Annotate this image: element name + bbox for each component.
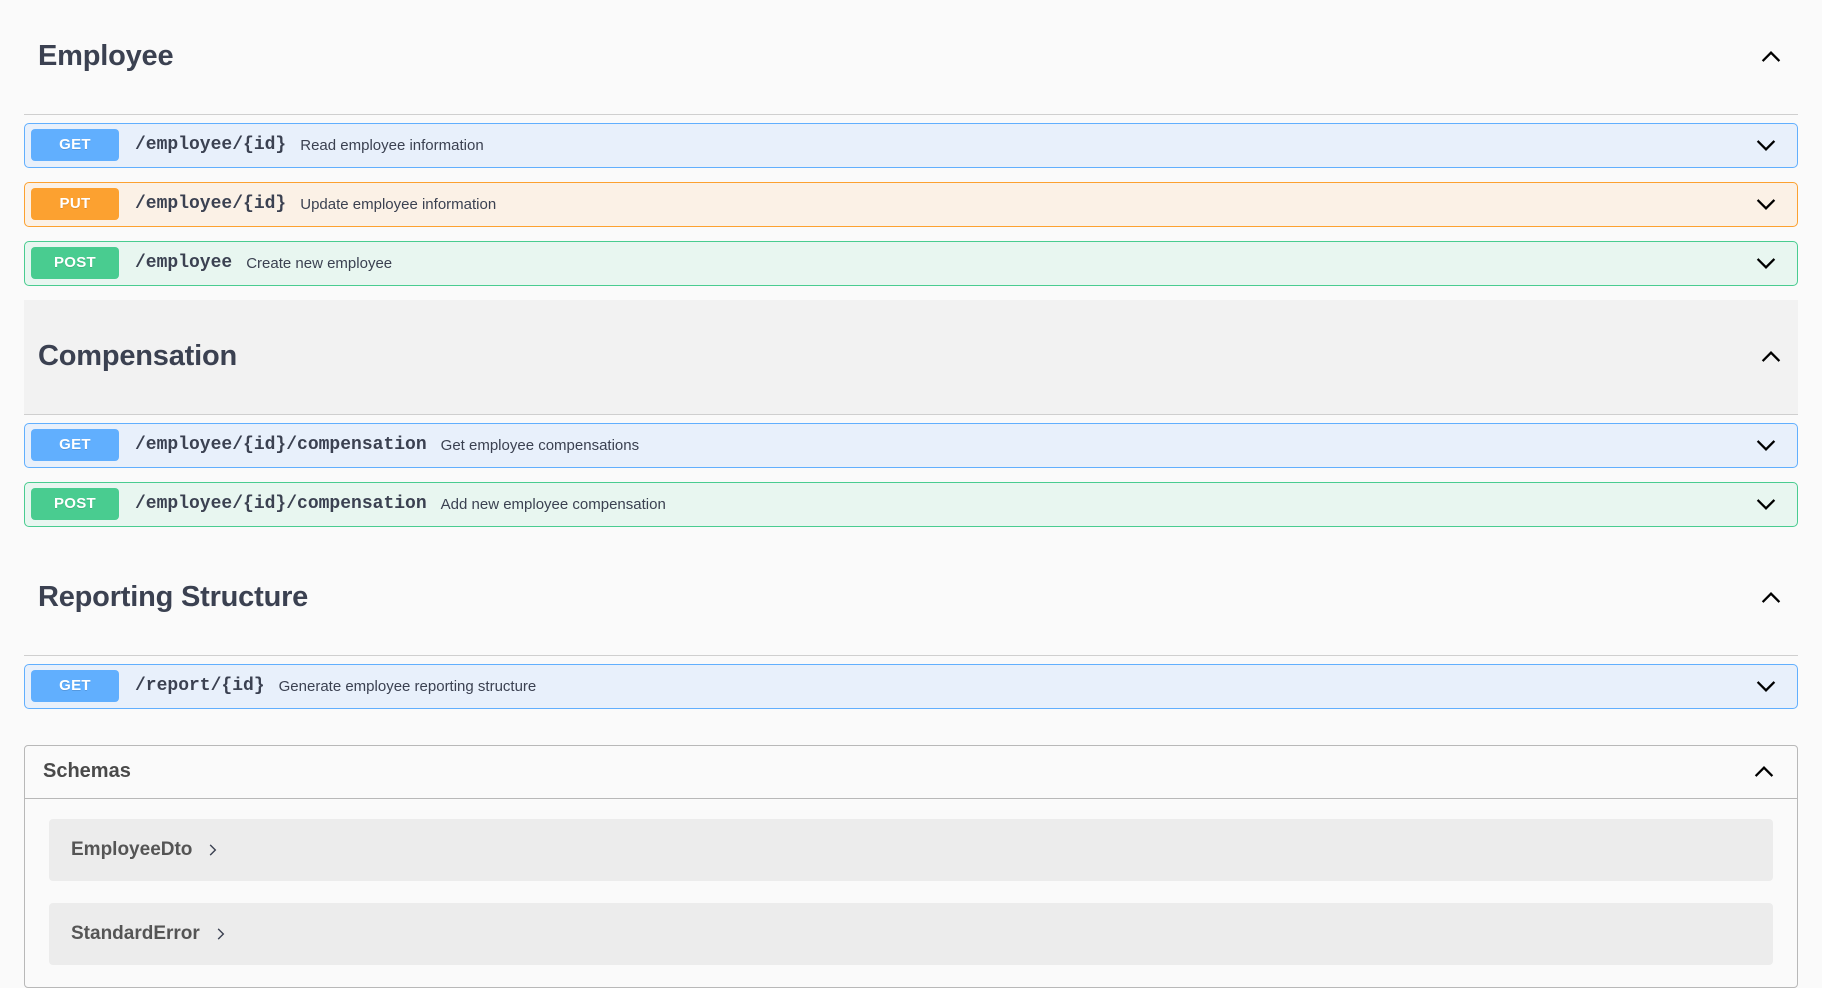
operation-summary: Get employee compensations (440, 436, 640, 454)
schemas-header[interactable]: Schemas (25, 746, 1797, 799)
operation-path: /employee/{id}/compensation (135, 435, 427, 456)
operation-path: /employee/{id} (135, 135, 287, 156)
chevron-down-icon[interactable] (1753, 250, 1779, 276)
schema-row[interactable]: StandardError (49, 902, 1773, 965)
operation-row[interactable]: PUT /employee/{id} Update employee infor… (24, 181, 1798, 227)
tag-title: Compensation (38, 339, 237, 372)
operations-list-employee: GET /employee/{id} Read employee informa… (0, 122, 1822, 286)
schemas-card: Schemas EmployeeDto StandardError (24, 744, 1798, 988)
http-method-badge: POST (31, 488, 119, 521)
schema-name: StandardError (71, 922, 200, 944)
tag-title: Employee (38, 40, 174, 72)
schemas-body: EmployeeDto StandardError (25, 799, 1797, 965)
chevron-right-icon[interactable] (214, 925, 228, 943)
tag-header-compensation[interactable]: Compensation (24, 299, 1798, 415)
swagger-ui-page: Employee GET /employee/{id} Read employe… (0, 0, 1822, 988)
operations-list-reporting-structure: GET /report/{id} Generate employee repor… (0, 663, 1822, 709)
http-method-badge: PUT (31, 188, 119, 221)
chevron-up-icon[interactable] (1751, 759, 1777, 785)
operation-path: /report/{id} (135, 676, 265, 697)
schemas-section: Schemas EmployeeDto StandardError (0, 744, 1822, 988)
operation-path: /employee/{id}/compensation (135, 494, 427, 515)
chevron-down-icon[interactable] (1753, 191, 1779, 217)
schema-name: EmployeeDto (71, 838, 193, 860)
operation-row[interactable]: GET /employee/{id} Read employee informa… (24, 122, 1798, 168)
operation-row[interactable]: GET /employee/{id}/compensation Get empl… (24, 422, 1798, 468)
operation-row[interactable]: POST /employee/{id}/compensation Add new… (24, 481, 1798, 527)
http-method-badge: GET (31, 670, 119, 703)
operations-list-compensation: GET /employee/{id}/compensation Get empl… (0, 422, 1822, 527)
tag-section-employee: Employee (0, 0, 1822, 115)
schema-row[interactable]: EmployeeDto (49, 818, 1773, 881)
operation-summary: Add new employee compensation (440, 495, 666, 513)
chevron-up-icon[interactable] (1758, 44, 1784, 70)
http-method-badge: POST (31, 247, 119, 280)
http-method-badge: GET (31, 429, 119, 462)
tag-header-employee[interactable]: Employee (24, 0, 1798, 115)
operation-summary: Read employee information (300, 136, 484, 154)
chevron-up-icon[interactable] (1758, 585, 1784, 611)
operation-summary: Generate employee reporting structure (278, 677, 537, 695)
tag-section-reporting-structure: Reporting Structure (0, 541, 1822, 656)
chevron-right-icon[interactable] (206, 841, 220, 859)
schemas-title: Schemas (43, 760, 131, 783)
operation-summary: Update employee information (300, 195, 497, 213)
tag-header-reporting-structure[interactable]: Reporting Structure (24, 541, 1798, 656)
http-method-badge: GET (31, 129, 119, 162)
chevron-down-icon[interactable] (1753, 491, 1779, 517)
tag-title: Reporting Structure (38, 580, 309, 613)
operation-summary: Create new employee (246, 254, 393, 272)
tag-section-compensation: Compensation (0, 299, 1822, 415)
chevron-down-icon[interactable] (1753, 673, 1779, 699)
operation-path: /employee (135, 253, 233, 274)
chevron-down-icon[interactable] (1753, 132, 1779, 158)
operation-row[interactable]: GET /report/{id} Generate employee repor… (24, 663, 1798, 709)
operation-path: /employee/{id} (135, 194, 287, 215)
operation-row[interactable]: POST /employee Create new employee (24, 240, 1798, 286)
chevron-down-icon[interactable] (1753, 432, 1779, 458)
chevron-up-icon[interactable] (1758, 344, 1784, 370)
